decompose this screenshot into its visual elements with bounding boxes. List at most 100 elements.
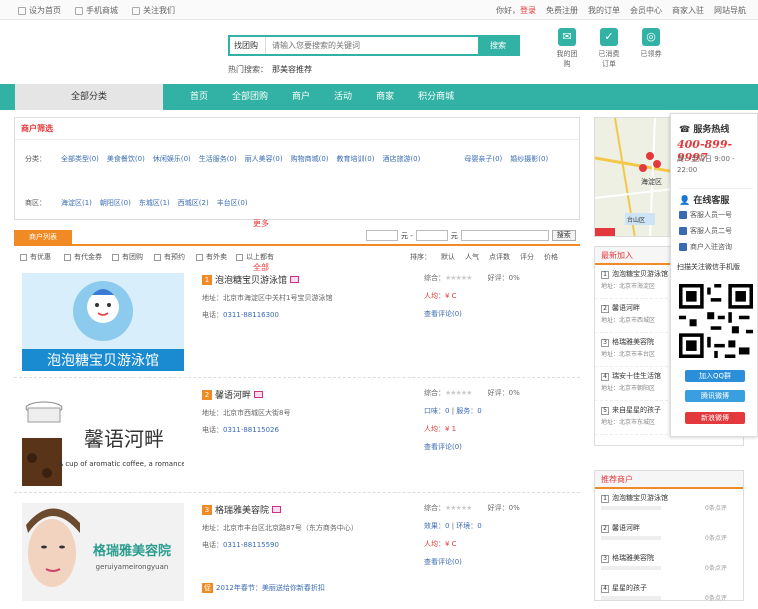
area-map[interactable]: 海淀区 台山区	[594, 117, 680, 237]
coupons-shortcut[interactable]: ◎ 已领券	[638, 28, 664, 69]
login-link[interactable]: 登录	[520, 6, 536, 15]
sort-rating[interactable]: 评分	[520, 252, 534, 262]
check-voucher[interactable]: 有代金券	[64, 252, 102, 262]
shop-reviews-link[interactable]: 查看评论(0)	[424, 557, 574, 567]
shop-name[interactable]: 馨语河畔	[215, 388, 251, 401]
checkbox-icon	[112, 253, 119, 261]
cat-option[interactable]: 教育培训(0)	[337, 154, 375, 164]
my-groupbuy-shortcut[interactable]: ✉ 我的团购	[554, 28, 580, 69]
shop-avg-price: 人均：¥ 1	[424, 425, 457, 433]
search-input[interactable]	[266, 37, 478, 54]
check-icon: ✓	[600, 28, 618, 46]
set-home-link[interactable]: 设为首页	[18, 5, 61, 16]
list-item[interactable]: 3 格瑞雅美容院 0条点评	[595, 549, 743, 579]
list-item[interactable]: 4 星星的孩子 0条点评	[595, 579, 743, 609]
list-item[interactable]: 1 泡泡糖宝贝游泳馆 0条点评	[595, 489, 743, 519]
area-option[interactable]: 朝阳区(0)	[100, 198, 131, 208]
nav-home[interactable]: 首页	[178, 84, 220, 110]
check-takeout[interactable]: 有外卖	[196, 252, 227, 262]
service-agent-2[interactable]: 客服人员二号	[679, 226, 732, 236]
check-discount[interactable]: 有优惠	[20, 252, 51, 262]
map-label: 海淀区	[641, 177, 662, 186]
shop-item: 格瑞雅美容院 geruiyameirongyuan 3 格瑞雅美容院 地址：北京市…	[14, 498, 580, 608]
cat-option[interactable]: 全部类型(0)	[61, 154, 99, 164]
home-icon	[18, 6, 26, 15]
tencent-weibo-button[interactable]: 腾讯微博	[685, 390, 745, 402]
price-max-input[interactable]	[415, 230, 448, 241]
tab-shop-list[interactable]: 商户列表	[14, 230, 72, 244]
consumed-orders-shortcut[interactable]: ✓ 已消费订单	[596, 28, 622, 69]
mobile-link[interactable]: 手机商城	[75, 5, 118, 16]
my-orders-link[interactable]: 我的订单	[588, 5, 620, 16]
cat-option[interactable]: 酒店旅游(0)	[382, 154, 420, 164]
recommended-shops-panel: 推荐商户 1 泡泡糖宝贝游泳馆 0条点评 2 馨语河畔 0条点评 3 格瑞雅美容院 0条点评…	[594, 470, 744, 602]
check-groupbuy[interactable]: 有团购	[112, 252, 143, 262]
top-bar: 设为首页 手机商城 关注我们 你好，登录 免费注册 我的订单 会员中心 商家入驻…	[0, 0, 758, 20]
shop-logo-text: 泡泡糖宝贝游泳馆	[47, 353, 159, 369]
shop-reviews-link[interactable]: 查看评论(0)	[424, 442, 574, 452]
follow-link[interactable]: 关注我们	[132, 5, 175, 16]
cat-option[interactable]: 生活服务(0)	[199, 154, 237, 164]
shop-image[interactable]: 泡泡糖宝贝游泳馆	[22, 273, 184, 371]
shop-promotion[interactable]: 促 2012年春节：美丽送给你新春折扣	[202, 583, 325, 593]
sort-price[interactable]: 价格	[544, 252, 558, 262]
cat-option[interactable]: 丽人美容(0)	[245, 154, 283, 164]
member-center-link[interactable]: 会员中心	[630, 5, 662, 16]
nav-groupbuy[interactable]: 全部团购	[220, 84, 280, 110]
checkbox-icon	[236, 253, 243, 261]
area-option[interactable]: 海淀区(1)	[61, 198, 92, 208]
list-item[interactable]: 2 馨语河畔 0条点评	[595, 519, 743, 549]
area-option[interactable]: 东城区(1)	[139, 198, 170, 208]
cat-option[interactable]: 购物商城(0)	[291, 154, 329, 164]
shop-logo-text: 格瑞雅美容院	[93, 543, 171, 559]
search-category[interactable]: 找团购	[230, 37, 266, 54]
check-booking[interactable]: 有预约	[154, 252, 185, 262]
sort-default[interactable]: 默认	[441, 252, 455, 262]
price-go-button[interactable]: 搜索	[551, 230, 576, 241]
sort-bar: 有优惠 有代金券 有团购 有预约 有外卖 以上都有 排序： 默认 人气 点评数 …	[14, 250, 580, 264]
sort-popularity[interactable]: 人气	[465, 252, 479, 262]
nav-merchants[interactable]: 商家	[364, 84, 406, 110]
join-qq-group-button[interactable]: 加入QQ群	[685, 370, 745, 382]
shop-phone: 电话：0311-88116300	[202, 311, 279, 319]
price-min-input[interactable]	[366, 230, 398, 241]
shop-item: 泡泡糖宝贝游泳馆 1 泡泡糖宝贝游泳馆 地址：北京市海淀区中关村1号宝贝游泳馆 电…	[14, 268, 580, 378]
check-all[interactable]: 以上都有	[236, 252, 274, 262]
hot-search-term[interactable]: 那美容推荐	[272, 65, 312, 74]
nav-events[interactable]: 活动	[322, 84, 364, 110]
cat-option[interactable]: 美食餐饮(0)	[107, 154, 145, 164]
shop-image[interactable]: 格瑞雅美容院 geruiyameirongyuan	[22, 503, 184, 601]
shop-subscores: 效果：0 | 环境：0	[424, 522, 482, 530]
service-agent-1[interactable]: 客服人员一号	[679, 210, 732, 220]
service-agent-3[interactable]: 商户入驻咨询	[679, 242, 732, 252]
cat-option[interactable]: 休闲娱乐(0)	[153, 154, 191, 164]
search-bar: 找团购 搜索	[228, 35, 520, 56]
search-button[interactable]: 搜索	[478, 37, 518, 54]
shop-name[interactable]: 格瑞雅美容院	[215, 503, 269, 516]
wechat-caption: 扫描关注微信手机版	[677, 263, 740, 271]
sina-weibo-button[interactable]: 新浪微博	[685, 412, 745, 424]
category-label: 分类：	[25, 155, 46, 163]
area-option[interactable]: 丰台区(0)	[217, 198, 248, 208]
shop-reviews-link[interactable]: 查看评论(0)	[424, 309, 574, 319]
cat-more[interactable]: 更多	[253, 218, 269, 229]
shop-name[interactable]: 泡泡糖宝贝游泳馆	[215, 273, 287, 286]
sort-reviews[interactable]: 点评数	[489, 252, 510, 262]
nav-points-mall[interactable]: 积分商城	[406, 84, 466, 110]
keyword-input[interactable]	[460, 230, 549, 241]
service-hours: 周一至周日 9:00 - 22:00	[677, 155, 735, 174]
shop-logo-pinyin: geruiyameirongyuan	[96, 563, 169, 571]
all-categories-button[interactable]: 全部分类	[15, 84, 163, 110]
checkbox-icon	[154, 253, 161, 261]
price-unit: 元	[450, 231, 458, 240]
shop-image[interactable]: 馨语河畔 A cup of aromatic coffee, a romance	[22, 388, 184, 486]
area-option[interactable]: 西城区(2)	[178, 198, 209, 208]
shop-score: 综合：★★★★★ 好评：0%	[424, 274, 520, 282]
coupon-icon: ◎	[642, 28, 660, 46]
site-nav-link[interactable]: 网站导航	[714, 5, 746, 16]
cat-option[interactable]: 婚纱摄影(0)	[510, 154, 548, 164]
cat-option[interactable]: 母婴亲子(0)	[464, 154, 502, 164]
nav-shops[interactable]: 商户	[280, 84, 322, 110]
register-link[interactable]: 免费注册	[546, 5, 578, 16]
merchant-join-link[interactable]: 商家入驻	[672, 5, 704, 16]
